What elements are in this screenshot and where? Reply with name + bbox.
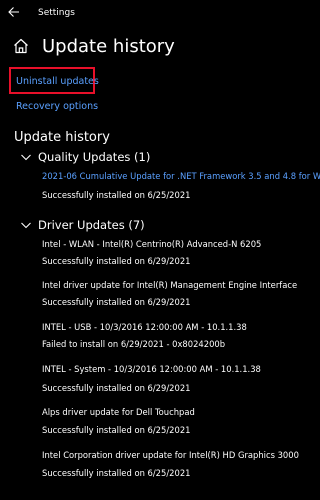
update-name: Intel driver update for Intel(R) Managem… [42, 280, 298, 290]
update-link[interactable]: 2021-06 Cumulative Update for .NET Frame… [42, 171, 320, 182]
update-status: Successfully installed on 6/25/2021 [42, 425, 191, 435]
update-status: Successfully installed on 6/29/2021 [42, 383, 191, 393]
update-name: INTEL - System - 10/3/2016 12:00:00 AM -… [42, 364, 261, 374]
uninstall-updates-link[interactable]: Uninstall updates [16, 76, 99, 88]
update-name: Intel Corporation driver update for Inte… [42, 450, 299, 460]
home-icon [12, 37, 30, 55]
driver-updates-title: Driver Updates (7) [38, 218, 145, 232]
update-status: Successfully installed on 6/25/2021 [42, 190, 191, 200]
back-button[interactable] [6, 4, 22, 20]
window-title: Settings [38, 8, 75, 18]
update-status: Successfully installed on 6/29/2021 [42, 297, 191, 307]
page-title: Update history [42, 36, 175, 57]
update-status: Successfully installed on 6/25/2021 [42, 468, 191, 478]
update-name: Alps driver update for Dell Touchpad [42, 407, 195, 417]
update-status: Failed to install on 6/29/2021 - 0x80242… [42, 339, 226, 349]
update-name: Intel - WLAN - Intel(R) Centrino(R) Adva… [42, 239, 262, 249]
update-name: INTEL - USB - 10/3/2016 12:00:00 AM - 10… [42, 322, 247, 332]
chevron-down-icon [20, 221, 32, 230]
back-arrow-icon [8, 7, 19, 17]
section-heading: Update history [14, 130, 110, 145]
title-bar: Settings [0, 0, 303, 26]
recovery-options-link[interactable]: Recovery options [16, 101, 98, 113]
update-status: Successfully installed on 6/29/2021 [42, 256, 191, 266]
quality-updates-title: Quality Updates (1) [38, 150, 151, 164]
chevron-down-icon [20, 153, 32, 162]
